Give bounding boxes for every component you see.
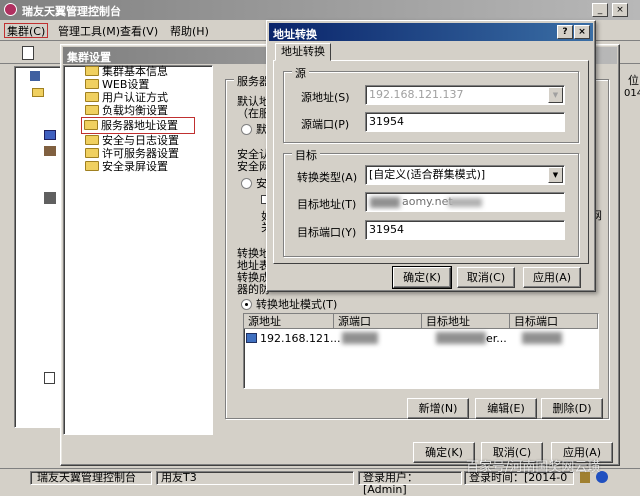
chevron-down-icon[interactable]: ▼ xyxy=(548,87,563,103)
col-target-port[interactable]: 目标端口 xyxy=(510,314,598,329)
target-port-label: 目标端口(Y) xyxy=(297,226,357,239)
col-target-address[interactable]: 目标地址 xyxy=(422,314,510,329)
watermark-text: 百家号/河南国奖网云璜 xyxy=(466,460,601,475)
folder-icon xyxy=(85,79,99,89)
target-group-label: 目标 xyxy=(292,147,320,163)
right-edge-text-2: 014 xyxy=(624,88,640,99)
cluster-dialog-title: 集群设置 xyxy=(67,51,111,64)
right-edge-text-1: 位 xyxy=(628,74,639,87)
convert-type-value: [自定义(适合群集模式)] xyxy=(369,168,486,181)
target-address-redacted xyxy=(370,197,400,208)
address-ok-button[interactable]: 确定(K) xyxy=(392,266,452,289)
main-title-bar: 瑞友天翼管理控制台 _ × xyxy=(0,0,640,20)
tree-item-load-balance[interactable]: 负载均衡设置 xyxy=(85,104,168,117)
status-login-user: 登录用户：[Admin] xyxy=(358,471,462,496)
address-dialog-title: 地址转换 xyxy=(273,28,317,41)
source-address-label: 源地址(S) xyxy=(301,91,350,104)
main-title-text: 瑞友天翼管理控制台 xyxy=(22,5,121,18)
menu-admin-tools[interactable]: 管理工具(M) xyxy=(58,24,120,39)
row-target-tail: er... xyxy=(486,332,507,345)
edit-button[interactable]: 编辑(E) xyxy=(475,398,537,419)
address-cancel-button[interactable]: 取消(C) xyxy=(457,267,515,288)
status-app-name: 瑞友天翼管理控制台 xyxy=(30,471,152,485)
tree-item-web[interactable]: WEB设置 xyxy=(85,78,149,91)
close-icon[interactable]: × xyxy=(574,25,590,39)
folder-icon xyxy=(85,92,99,102)
add-button[interactable]: 新增(N) xyxy=(407,398,469,419)
target-address-label: 目标地址(T) xyxy=(297,198,357,211)
address-translation-dialog: 地址转换 ? × 地址转换 源 源地址(S) 192.168.121.137 ▼… xyxy=(266,20,596,292)
folder-icon xyxy=(85,161,99,171)
radio-icon xyxy=(241,124,252,135)
source-port-field[interactable]: 31954 xyxy=(365,112,565,132)
convert-type-combo[interactable]: [自定义(适合群集模式)] ▼ xyxy=(365,165,565,185)
app-icon xyxy=(4,3,17,16)
target-address-redacted-tail xyxy=(448,198,482,207)
target-port-field[interactable]: 31954 xyxy=(365,220,565,240)
tab-address-translation[interactable]: 地址转换 xyxy=(275,43,331,61)
tree-server-icon xyxy=(44,192,56,204)
tree-item-screen-record[interactable]: 安全录屏设置 xyxy=(85,160,168,173)
close-icon[interactable]: × xyxy=(612,3,628,17)
tree-users-icon xyxy=(44,146,56,156)
tree-item-basic-info[interactable]: 集群基本信息 xyxy=(85,65,168,78)
tree-root-icon xyxy=(30,71,40,81)
tree-item-license[interactable]: 许可服务器设置 xyxy=(85,147,179,160)
row-source-address: 192.168.121... xyxy=(260,332,341,345)
translate-mode-radio[interactable]: 转换地址模式(T) xyxy=(241,296,337,312)
source-address-combo[interactable]: 192.168.121.137 ▼ xyxy=(365,85,565,105)
source-port-label: 源端口(P) xyxy=(301,118,350,131)
address-apply-button[interactable]: 应用(A) xyxy=(523,267,581,288)
convert-type-label: 转换类型(A) xyxy=(297,171,358,184)
source-group: 源 xyxy=(283,65,579,143)
computer-icon xyxy=(246,333,257,343)
folder-open-icon xyxy=(84,120,98,130)
col-source-address[interactable]: 源地址 xyxy=(244,314,334,329)
source-group-label: 源 xyxy=(292,65,309,81)
address-dialog-title-bar: 地址转换 ? × xyxy=(269,23,593,41)
tree-folder-icon-1 xyxy=(32,88,44,97)
row-redacted-target-port xyxy=(522,332,562,344)
menu-view[interactable]: 查看(V) xyxy=(120,24,158,39)
folder-icon xyxy=(85,105,99,115)
minimize-icon[interactable]: _ xyxy=(592,3,608,17)
row-redacted-port xyxy=(342,332,378,344)
folder-icon xyxy=(85,135,99,145)
target-address-field[interactable]: aomy.net xyxy=(365,192,565,212)
source-address-value: 192.168.121.137 xyxy=(369,88,464,101)
target-address-value: aomy.net xyxy=(402,195,453,208)
status-edition: 用友T3 xyxy=(156,471,354,485)
tree-item-security-log[interactable]: 安全与日志设置 xyxy=(85,134,179,147)
tree-doc-icon xyxy=(44,372,55,384)
row-redacted-target xyxy=(436,332,486,344)
tree-item-server-address[interactable]: 服务器地址设置 xyxy=(81,117,195,134)
folder-icon xyxy=(85,148,99,158)
menu-help[interactable]: 帮助(H) xyxy=(170,24,209,39)
radio-icon xyxy=(241,178,252,189)
toolbar-document-icon[interactable] xyxy=(22,46,34,60)
chevron-down-icon[interactable]: ▼ xyxy=(548,167,563,183)
col-source-port[interactable]: 源端口 xyxy=(334,314,422,329)
tree-monitor-icon xyxy=(44,130,56,140)
mapping-table: 源地址 源端口 目标地址 目标端口 192.168.121... er... xyxy=(243,313,599,389)
delete-button[interactable]: 删除(D) xyxy=(541,398,603,419)
table-row[interactable]: 192.168.121... er... xyxy=(246,332,596,346)
tree-item-auth[interactable]: 用户认证方式 xyxy=(85,91,168,104)
menu-cluster[interactable]: 集群(C) xyxy=(4,23,49,38)
radio-selected-icon xyxy=(241,299,252,310)
folder-icon xyxy=(85,66,99,76)
tab-label: 地址转换 xyxy=(281,45,325,58)
help-icon[interactable]: ? xyxy=(557,25,573,39)
